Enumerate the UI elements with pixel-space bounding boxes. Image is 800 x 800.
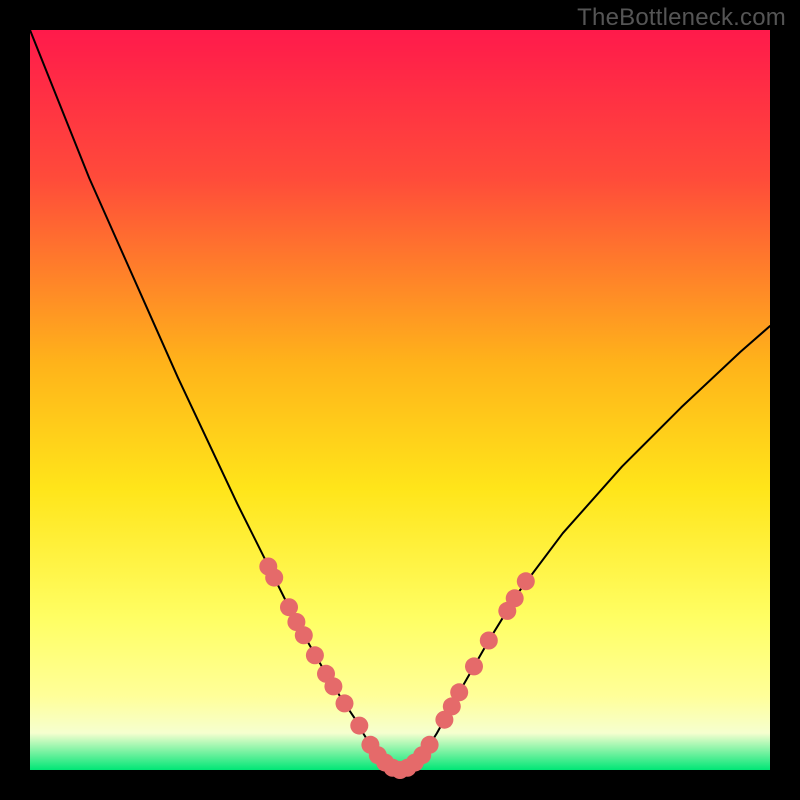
marker-dot bbox=[306, 646, 324, 664]
marker-dot bbox=[421, 736, 439, 754]
marker-dot bbox=[450, 683, 468, 701]
marker-dot bbox=[517, 572, 535, 590]
marker-dot bbox=[480, 632, 498, 650]
marker-dot bbox=[295, 626, 313, 644]
marker-dot bbox=[506, 589, 524, 607]
plot-background bbox=[30, 30, 770, 770]
marker-dot bbox=[465, 657, 483, 675]
marker-dot bbox=[336, 694, 354, 712]
watermark-label: TheBottleneck.com bbox=[577, 4, 786, 32]
marker-dot bbox=[350, 717, 368, 735]
marker-dot bbox=[324, 677, 342, 695]
bottleneck-curve-chart bbox=[0, 0, 800, 800]
marker-dot bbox=[265, 569, 283, 587]
chart-frame: TheBottleneck.com bbox=[0, 0, 800, 800]
